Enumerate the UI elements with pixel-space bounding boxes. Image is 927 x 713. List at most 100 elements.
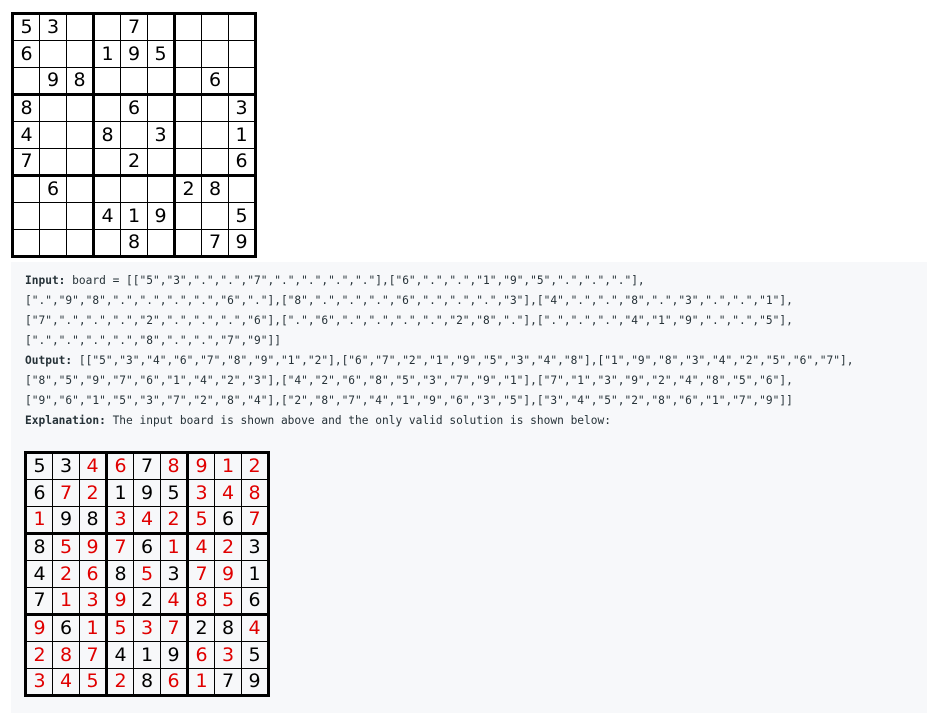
grid-cell: 6 [214, 506, 242, 534]
grid-cell: 3 [160, 560, 188, 588]
grid-cell: 3 [147, 121, 175, 149]
grid-cell: 2 [24, 641, 53, 669]
grid-cell [147, 229, 175, 258]
grid-cell: 8 [214, 613, 242, 642]
grid-cell: 4 [214, 479, 242, 507]
grid-cell: 1 [120, 202, 148, 230]
grid-cell: 2 [133, 587, 161, 615]
grid-cell: 8 [66, 67, 94, 95]
grid-cell: 3 [105, 506, 134, 534]
grid-cell: 2 [120, 148, 148, 176]
grid-cell [201, 202, 229, 230]
grid-cell: 1 [79, 613, 107, 642]
grid-cell [120, 121, 148, 149]
grid-cell [173, 40, 202, 68]
grid-row: 98 6 [11, 67, 257, 95]
grid-cell [92, 67, 121, 95]
grid-cell [92, 12, 121, 41]
grid-cell: 1 [133, 641, 161, 669]
grid-cell [228, 67, 257, 95]
grid-cell [173, 229, 202, 258]
grid-cell: 2 [186, 613, 215, 642]
grid-cell: 9 [133, 479, 161, 507]
grid-row: 8 6 3 [11, 93, 257, 122]
grid-cell: 7 [105, 532, 134, 561]
grid-cell [39, 229, 67, 258]
grid-cell: 9 [105, 587, 134, 615]
grid-cell: 6 [186, 641, 215, 669]
grid-cell: 2 [173, 174, 202, 203]
grid-row: 7 2 6 [11, 148, 257, 176]
input-line-4: [".",".",".",".","8",".",".","7","9"]] [25, 334, 281, 347]
grid-row: 198342567 [24, 506, 270, 534]
grid-cell: 8 [79, 506, 107, 534]
input-line-2: [".","9","8",".",".",".",".","6","."],["… [25, 294, 793, 307]
grid-cell [147, 174, 175, 203]
grid-row: 961537284 [24, 613, 270, 642]
grid-cell: 7 [133, 451, 161, 480]
grid-cell: 6 [241, 587, 270, 615]
grid-cell: 2 [241, 451, 270, 480]
grid-cell: 7 [160, 613, 188, 642]
grid-cell [66, 12, 94, 41]
grid-row: 672195348 [24, 479, 270, 507]
grid-cell: 9 [79, 532, 107, 561]
grid-cell: 6 [24, 479, 53, 507]
grid-cell [39, 202, 67, 230]
explanation-text: The input board is shown above and the o… [105, 414, 611, 427]
grid-cell: 6 [105, 451, 134, 480]
grid-row: 426853791 [24, 560, 270, 588]
grid-cell: 3 [52, 451, 80, 480]
grid-cell [173, 148, 202, 176]
grid-cell: 9 [147, 202, 175, 230]
grid-cell: 1 [160, 532, 188, 561]
output-line-2: ["8","5","9","7","6","1","4","2","3"],["… [25, 374, 793, 387]
grid-cell: 4 [11, 121, 40, 149]
input-label: Input: [25, 274, 66, 287]
grid-cell [39, 121, 67, 149]
grid-cell: 1 [214, 451, 242, 480]
grid-cell: 5 [241, 641, 270, 669]
explanation-label: Explanation: [25, 414, 106, 427]
input-sudoku-grid: 537619598686348317266284195879 [11, 12, 257, 258]
grid-cell [147, 67, 175, 95]
grid-cell: 8 [24, 532, 53, 561]
grid-cell: 7 [79, 641, 107, 669]
grid-cell: 9 [241, 668, 270, 697]
output-line-3: ["9","6","1","5","3","7","2","8","4"],["… [25, 394, 793, 407]
grid-cell [120, 67, 148, 95]
grid-cell: 6 [79, 560, 107, 588]
grid-row: 6 195 [11, 40, 257, 68]
grid-cell: 4 [79, 451, 107, 480]
grid-cell: 4 [133, 506, 161, 534]
grid-cell: 9 [228, 229, 257, 258]
output-label: Output: [25, 354, 73, 367]
solution-sudoku-grid: 5346789126721953481983425678597614234268… [24, 451, 270, 697]
input-line-1: Input: board = [["5","3",".",".","7","."… [25, 271, 645, 291]
grid-cell [11, 67, 40, 95]
grid-cell [147, 148, 175, 176]
grid-cell: 7 [24, 587, 53, 615]
grid-cell: 1 [241, 560, 270, 588]
grid-cell [228, 12, 257, 41]
grid-row: 345286179 [24, 668, 270, 697]
grid-cell: 9 [120, 40, 148, 68]
grid-cell: 2 [52, 560, 80, 588]
grid-row: 287419635 [24, 641, 270, 669]
grid-cell [228, 174, 257, 203]
grid-cell: 9 [214, 560, 242, 588]
grid-cell: 6 [39, 174, 67, 203]
grid-cell [147, 12, 175, 41]
grid-row: 419 5 [11, 202, 257, 230]
input-line-3: ["7",".",".",".","2",".",".",".","6"],["… [25, 314, 793, 327]
grid-cell: 5 [186, 506, 215, 534]
grid-cell: 5 [214, 587, 242, 615]
grid-cell: 8 [52, 641, 80, 669]
grid-cell: 7 [52, 479, 80, 507]
grid-cell: 7 [214, 668, 242, 697]
grid-row: 8 79 [11, 229, 257, 258]
grid-cell: 3 [186, 479, 215, 507]
grid-cell: 4 [92, 202, 121, 230]
grid-cell: 7 [120, 12, 148, 41]
grid-cell: 5 [133, 560, 161, 588]
